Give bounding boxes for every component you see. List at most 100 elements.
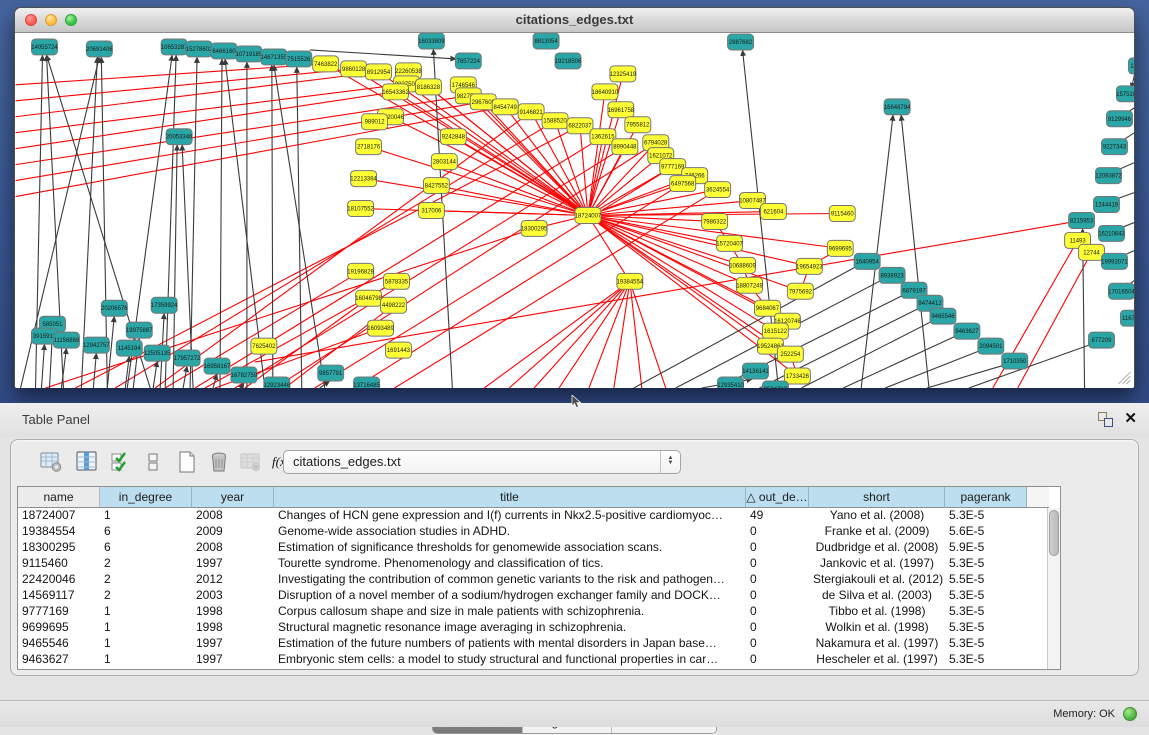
table-cell[interactable]: 5.5E-5 — [945, 572, 1027, 588]
graph-node[interactable]: 1691443 — [386, 342, 412, 358]
column-header-name[interactable]: name — [18, 487, 100, 508]
graph-node[interactable]: 14136141 — [742, 363, 769, 379]
graph-edge[interactable] — [42, 344, 45, 388]
graph-node[interactable]: 8186328 — [415, 79, 441, 95]
table-cell[interactable]: 6 — [100, 540, 192, 556]
graph-node[interactable]: 8938923 — [879, 267, 905, 283]
network-canvas[interactable]: 1872400774638229860128891295422260538982… — [15, 33, 1134, 388]
table-row[interactable]: 1938455462009Genome-wide association stu… — [18, 524, 1047, 540]
graph-node[interactable]: 1244419 — [1094, 197, 1120, 213]
graph-node[interactable]: 9242848 — [440, 129, 466, 145]
graph-node[interactable]: 9463627 — [954, 323, 980, 339]
table-row[interactable]: 977716911998Corpus callosum shape and si… — [18, 604, 1047, 620]
graph-node[interactable]: 1117562 — [1128, 58, 1134, 74]
graph-node[interactable]: 16033809 — [418, 33, 445, 49]
table-cell[interactable]: 49 — [746, 508, 809, 524]
graph-node[interactable]: 19654923 — [796, 258, 823, 274]
graph-node[interactable]: 15751074 — [1116, 86, 1134, 102]
table-cell[interactable]: 1997 — [192, 556, 274, 572]
table-cell[interactable]: 0 — [746, 588, 809, 604]
table-cell[interactable]: 2008 — [192, 508, 274, 524]
table-row[interactable]: 1872400712008Changes of HCN gene express… — [18, 508, 1047, 524]
table-settings-icon[interactable] — [37, 448, 65, 476]
table-row[interactable]: 2242004622012Investigating the contribut… — [18, 572, 1047, 588]
graph-node[interactable]: 17359924 — [151, 297, 178, 313]
graph-node[interactable]: 9465546 — [930, 308, 956, 324]
graph-node[interactable]: 18300295 — [521, 220, 548, 236]
table-cell[interactable]: Estimation of the future numbers of pati… — [274, 636, 746, 652]
table-row[interactable]: 969969511998Structural magnetic resonanc… — [18, 620, 1047, 636]
graph-node[interactable]: 9584712 — [762, 381, 788, 388]
graph-node[interactable]: 7986322 — [702, 213, 728, 229]
column-header-stub[interactable] — [1027, 487, 1049, 508]
table-cell[interactable]: 2008 — [192, 540, 274, 556]
graph-node[interactable]: 12325419 — [610, 66, 637, 82]
table-cell[interactable]: 9463627 — [18, 652, 100, 668]
graph-node[interactable]: 9115460 — [829, 206, 855, 222]
table-columns-icon[interactable] — [73, 448, 101, 476]
graph-node[interactable]: 7625402 — [251, 338, 277, 354]
graph-node[interactable]: 2803144 — [431, 154, 457, 170]
column-header-out_de…[interactable]: △ out_de… — [746, 487, 809, 508]
graph-node[interactable]: 12213384 — [350, 171, 377, 187]
graph-edge[interactable] — [927, 364, 1008, 388]
table-cell[interactable]: Disruption of a novel member of a sodium… — [274, 588, 746, 604]
graph-node[interactable]: 6497568 — [670, 176, 696, 192]
graph-node[interactable]: 677209 — [1089, 332, 1115, 348]
graph-node[interactable]: 252254 — [777, 346, 803, 362]
graph-node[interactable]: 1640954 — [854, 253, 880, 269]
graph-node[interactable]: 12935410 — [717, 377, 744, 388]
close-panel-icon[interactable]: ✕ — [1124, 409, 1137, 427]
network-graph[interactable]: 1872400774638229860128891295422260538982… — [15, 33, 1134, 388]
table-cell[interactable]: 9699695 — [18, 620, 100, 636]
graph-node[interactable]: 1167534 — [1120, 310, 1134, 326]
table-cell[interactable]: 14569117 — [18, 588, 100, 604]
graph-node[interactable]: 20691406 — [86, 41, 113, 57]
graph-node[interactable]: 16046798 — [355, 290, 382, 306]
graph-node[interactable]: 7857224 — [455, 53, 481, 69]
graph-node[interactable]: 14671355 — [261, 49, 288, 65]
graph-node[interactable]: 2718176 — [356, 139, 382, 155]
table-cell[interactable]: Corpus callosum shape and size in male p… — [274, 604, 746, 620]
table-cell[interactable]: Embryonic stem cells: a model to study s… — [274, 652, 746, 668]
graph-node[interactable]: 3624554 — [705, 182, 731, 198]
graph-node[interactable]: 9857791 — [318, 365, 344, 381]
table-cell[interactable]: 2009 — [192, 524, 274, 540]
graph-node[interactable]: 7955812 — [625, 117, 651, 133]
graph-node[interactable]: 2887682 — [728, 34, 754, 50]
graph-node[interactable]: 9860128 — [341, 61, 367, 77]
table-cell[interactable]: Tibbo et al. (1998) — [809, 604, 945, 620]
graph-node[interactable]: 12923446 — [264, 377, 291, 388]
graph-node[interactable]: 6466160 — [211, 43, 237, 59]
graph-node[interactable]: 18724007 — [575, 208, 602, 224]
scrollbar-thumb[interactable] — [1049, 510, 1059, 556]
graph-edge[interactable] — [484, 281, 630, 388]
table-cell[interactable]: 0 — [746, 524, 809, 540]
row-height-icon[interactable] — [139, 448, 167, 476]
graph-node[interactable]: 16958167 — [204, 358, 231, 374]
table-cell[interactable]: 2 — [100, 556, 192, 572]
graph-node[interactable]: 1145194 — [116, 340, 142, 356]
table-row[interactable]: 1830029562008Estimation of significance … — [18, 540, 1047, 556]
graph-edge[interactable] — [534, 281, 630, 388]
graph-node[interactable]: 15278602 — [186, 41, 213, 57]
graph-node[interactable]: 1733426 — [784, 368, 810, 384]
resize-grip-icon[interactable] — [1126, 380, 1130, 384]
table-row[interactable]: 946362711997Embryonic stem cells: a mode… — [18, 652, 1047, 668]
table-cell[interactable]: 0 — [746, 556, 809, 572]
graph-node[interactable]: 317006 — [418, 203, 444, 219]
graph-node[interactable]: 19992071 — [1101, 253, 1128, 269]
graph-node[interactable]: 16093489 — [367, 320, 394, 336]
graph-edge[interactable] — [16, 84, 407, 133]
graph-node[interactable]: 12744 — [1079, 244, 1105, 260]
graph-node[interactable]: 13716485 — [353, 377, 380, 388]
graph-node[interactable]: 7975692 — [787, 283, 813, 299]
graph-node[interactable]: 8813054 — [533, 33, 559, 49]
table-cell[interactable]: 0 — [746, 572, 809, 588]
graph-node[interactable]: 10653287 — [161, 39, 188, 55]
table-cell[interactable]: 2012 — [192, 572, 274, 588]
table-cell[interactable]: Investigating the contribution of common… — [274, 572, 746, 588]
table-cell[interactable]: Changes of HCN gene expression and I(f) … — [274, 508, 746, 524]
table-cell[interactable]: 0 — [746, 652, 809, 668]
graph-node[interactable]: 4498222 — [381, 297, 407, 313]
